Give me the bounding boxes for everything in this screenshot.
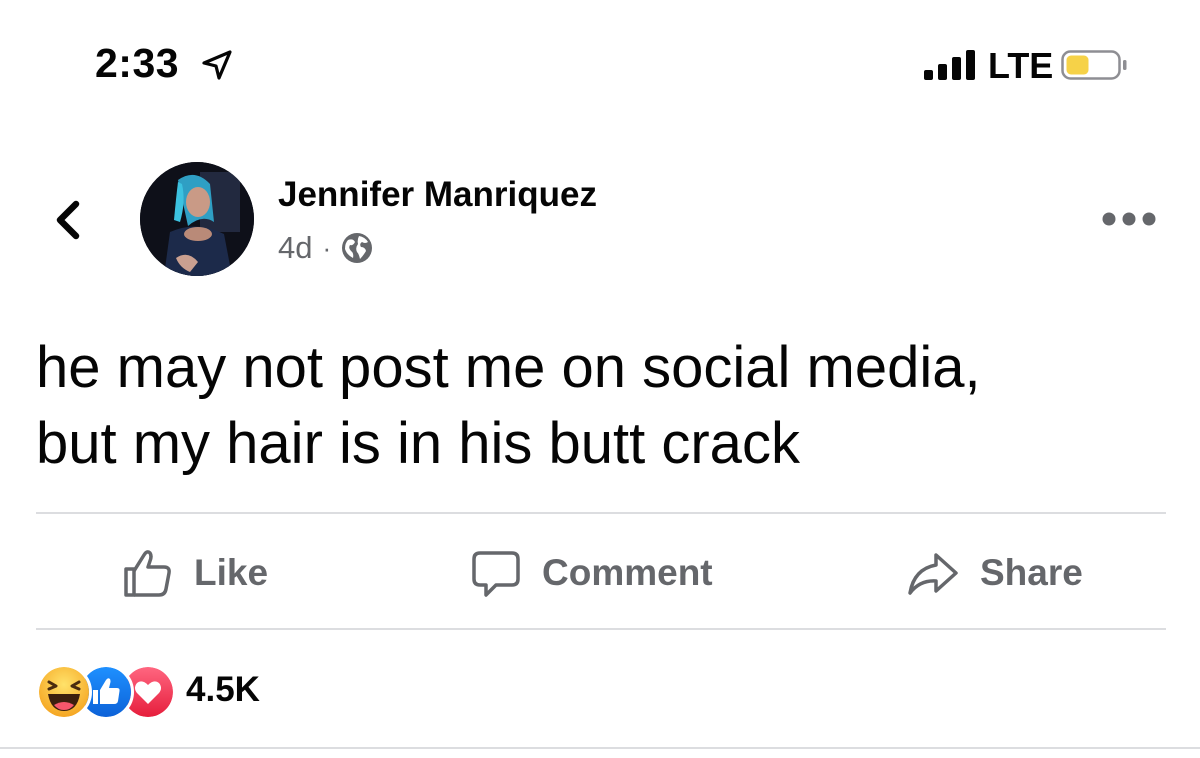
share-label: Share bbox=[980, 552, 1083, 593]
meta-separator: · bbox=[322, 232, 332, 263]
like-button[interactable]: Like bbox=[122, 545, 268, 601]
divider bbox=[36, 628, 1166, 630]
comment-bubble-icon bbox=[472, 551, 520, 597]
like-label: Like bbox=[194, 552, 269, 593]
author-name[interactable]: Jennifer Manriquez bbox=[278, 175, 597, 215]
author-avatar[interactable] bbox=[140, 162, 254, 276]
back-chevron-icon[interactable] bbox=[50, 196, 86, 244]
share-arrow-icon bbox=[908, 553, 958, 595]
post-meta: 4d · bbox=[278, 230, 373, 266]
thumbs-up-icon bbox=[124, 550, 171, 597]
comment-label: Comment bbox=[542, 552, 713, 593]
share-button[interactable]: Share bbox=[906, 545, 1083, 601]
globe-icon bbox=[342, 233, 373, 263]
post-body: he may not post me on social media, but … bbox=[36, 330, 1156, 482]
haha-icon bbox=[36, 664, 92, 720]
comment-button[interactable]: Comment bbox=[470, 545, 713, 601]
signal-bars-icon bbox=[924, 50, 978, 80]
location-arrow-icon bbox=[202, 50, 232, 80]
reaction-icons[interactable] bbox=[36, 664, 176, 720]
divider bbox=[0, 747, 1200, 749]
battery-icon bbox=[1061, 50, 1127, 80]
reaction-count[interactable]: 4.5K bbox=[186, 670, 260, 710]
divider bbox=[36, 512, 1166, 514]
more-options-icon[interactable] bbox=[1100, 208, 1158, 230]
network-label: LTE bbox=[988, 45, 1054, 86]
post-timestamp[interactable]: 4d bbox=[278, 230, 312, 266]
post-text-line: he may not post me on social media, bbox=[36, 335, 981, 400]
post-text-line: but my hair is in his butt crack bbox=[36, 411, 800, 476]
status-time: 2:33 bbox=[95, 40, 180, 86]
